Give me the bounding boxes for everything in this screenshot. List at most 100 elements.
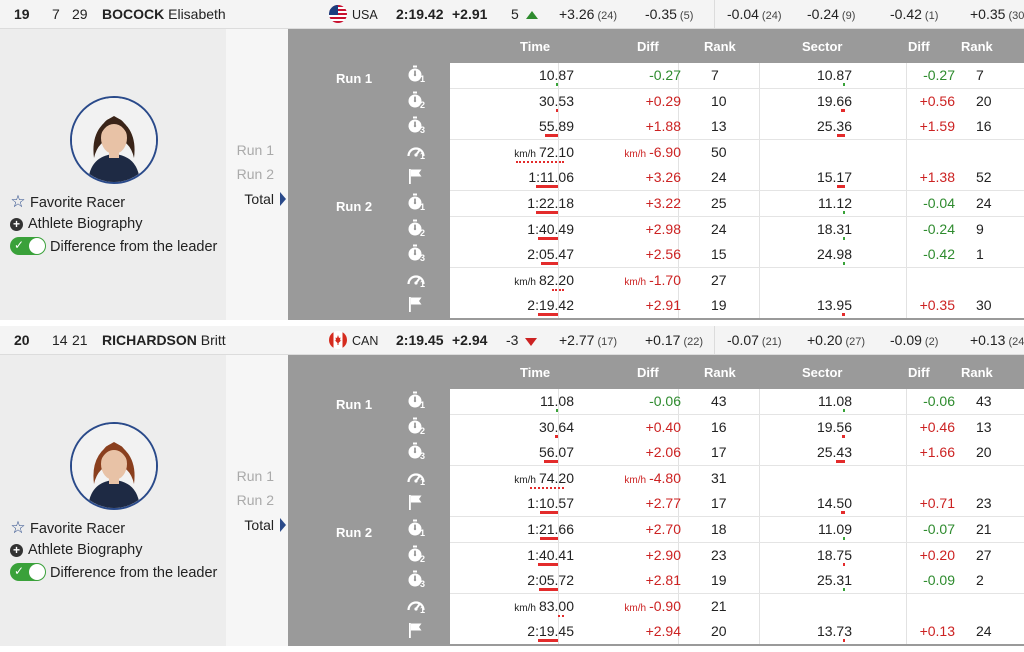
split-row[interactable]: 10.87 -0.27 7 10.87 -0.27 7 [450, 63, 1024, 89]
split-row[interactable]: 1:40.49 +2.98 24 18.31 -0.24 9 [450, 216, 1024, 243]
athlete-name[interactable]: BOCOCK Elisabeth [102, 6, 226, 22]
column-divider [906, 216, 907, 242]
column-divider [906, 267, 907, 293]
sector-diff-bar [843, 562, 845, 566]
split-diff-value: -0.35 [645, 6, 677, 22]
athlete-avatar[interactable] [70, 96, 158, 184]
athlete-avatar[interactable] [70, 422, 158, 510]
split-index: 2 [420, 227, 426, 238]
split-time-value: 1:21.66 [527, 521, 574, 537]
split-diff: +2.81 [646, 572, 681, 588]
split-row[interactable]: 30.64 +0.40 16 19.56 +0.46 13 [450, 414, 1024, 441]
toggle-knob [29, 564, 45, 580]
split-row[interactable]: km/h 72.10 km/h -6.90 50 [450, 139, 1024, 166]
split-time: 1:40.41 [527, 547, 574, 563]
diff-bar [556, 409, 558, 412]
split-index: 3 [420, 451, 426, 462]
sector-rank: 27 [976, 546, 992, 563]
sector-rank: 43 [976, 393, 992, 409]
split-diff-value: -0.06 [649, 393, 681, 409]
split-diff-value: -0.24 [807, 6, 839, 22]
speedometer-icon: 1 [406, 270, 428, 292]
split-time: 30.64 [539, 419, 574, 435]
athlete-header-row[interactable]: 19 7 29 BOCOCK Elisabeth USA 2:19.42 +2.91 5 +3.… [0, 0, 1024, 29]
split-row[interactable]: 2:05.72 +2.81 19 25.31 -0.09 2 [450, 568, 1024, 595]
split-diff: km/h -1.70 [624, 272, 681, 288]
athlete-name[interactable]: RICHARDSON Britt [102, 332, 226, 348]
difference-from-leader-toggle[interactable]: ✓ Difference from the leader [10, 563, 217, 581]
total-link[interactable]: Total [244, 517, 274, 533]
split-rank: (24) [597, 10, 617, 22]
split-time: 1:10.57 [527, 495, 574, 511]
split-diff: +2.98 [646, 221, 681, 237]
run-2-link[interactable]: Run 2 [237, 492, 274, 508]
run-1-link[interactable]: Run 1 [237, 142, 274, 158]
toggle-switch[interactable]: ✓ [10, 563, 46, 581]
split-rank: (27) [845, 336, 865, 348]
athlete-biography-link[interactable]: + Athlete Biography [10, 542, 142, 558]
favorite-racer-toggle[interactable]: ☆ Favorite Racer [10, 192, 125, 212]
toggle-switch[interactable]: ✓ [10, 237, 46, 255]
sector-diff: +1.38 [919, 169, 955, 186]
split-diff: -0.07 (21) [727, 332, 781, 348]
sector-rank: 7 [976, 67, 984, 83]
split-diff: +2.90 [646, 547, 681, 563]
athlete-biography-link[interactable]: + Athlete Biography [10, 216, 142, 232]
run-1-label: Run 1 [336, 71, 373, 86]
diff-bar [555, 434, 558, 438]
split-diff: +2.94 [646, 623, 681, 639]
split-row[interactable]: 2:05.47 +2.56 15 24.98 -0.42 1 [450, 242, 1024, 269]
run-1-link[interactable]: Run 1 [237, 468, 274, 484]
split-row[interactable]: 2:19.42 +2.91 19 13.95 +0.35 30 [450, 293, 1024, 319]
plus-circle-icon: + [10, 544, 23, 557]
split-diff-value: -1.70 [649, 271, 681, 288]
split-row[interactable]: 1:22.18 +3.22 25 11.12 -0.04 24 [450, 191, 1024, 217]
split-time: 2:05.72 [527, 572, 574, 588]
sector-diff-bar [841, 108, 845, 112]
split-time-value: 10.87 [538, 67, 574, 83]
split-index: 2 [420, 425, 426, 436]
column-divider [906, 293, 907, 319]
rank-change: -3 [506, 332, 519, 348]
total-link[interactable]: Total [244, 191, 274, 207]
sector-header: Sector [802, 39, 843, 54]
split-time: 1:11.06 [528, 169, 574, 185]
split-row[interactable]: 1:11.06 +3.26 24 15.17 +1.38 52 [450, 165, 1024, 192]
split-time: 1:40.49 [527, 221, 574, 237]
column-divider [906, 191, 907, 216]
column-divider [759, 517, 760, 542]
split-row[interactable]: 56.07 +2.06 17 25.43 +1.66 20 [450, 440, 1024, 467]
split-row[interactable]: 1:10.57 +2.77 17 14.50 +0.71 23 [450, 491, 1024, 518]
split-row[interactable]: 55.89 +1.88 13 25.36 +1.59 16 [450, 114, 1024, 141]
sector-diff: +1.59 [919, 118, 955, 135]
split-row[interactable]: km/h 83.00 km/h -0.90 21 [450, 593, 1024, 620]
stopwatch-icon: 3 [406, 116, 428, 138]
column-divider [759, 491, 760, 517]
total-diff: +2.91 [452, 6, 488, 22]
split-row[interactable]: km/h 82.20 km/h -1.70 27 [450, 267, 1024, 294]
split-row[interactable]: km/h 74.20 km/h -4.80 31 [450, 465, 1024, 492]
split-row[interactable]: 2:19.45 +2.94 20 13.73 +0.13 24 [450, 619, 1024, 645]
split-diff: +2.56 [646, 246, 681, 262]
split-diff-value: -0.27 [649, 67, 681, 83]
rank-change: 5 [511, 6, 519, 22]
diff-bar [545, 134, 558, 138]
sector-time: 11.09 [818, 521, 852, 537]
favorite-racer-toggle[interactable]: ☆ Favorite Racer [10, 518, 125, 538]
split-rank: 19 [711, 572, 727, 589]
split-row[interactable]: 11.08 -0.06 43 11.08 -0.06 43 [450, 389, 1024, 415]
split-row[interactable]: 30.53 +0.29 10 19.66 +0.56 20 [450, 88, 1024, 115]
diff-bar [530, 486, 564, 489]
unit-label: km/h [624, 276, 647, 288]
run-2-link[interactable]: Run 2 [237, 166, 274, 182]
split-row[interactable]: 1:40.41 +2.90 23 18.75 +0.20 27 [450, 542, 1024, 569]
split-row[interactable]: 1:21.66 +2.70 18 11.09 -0.07 21 [450, 517, 1024, 543]
split-index: 1 [420, 400, 426, 410]
header-separator [714, 326, 715, 354]
split-rank: 27 [711, 271, 727, 288]
sector-diff-bar [843, 211, 845, 214]
sector-diff-bar [841, 511, 845, 515]
split-rank: 16 [711, 418, 727, 435]
athlete-header-row[interactable]: 20 14 21 RICHARDSON Britt CAN 2:19.45 +2.94 -3 +… [0, 326, 1024, 355]
difference-from-leader-toggle[interactable]: ✓ Difference from the leader [10, 237, 217, 255]
